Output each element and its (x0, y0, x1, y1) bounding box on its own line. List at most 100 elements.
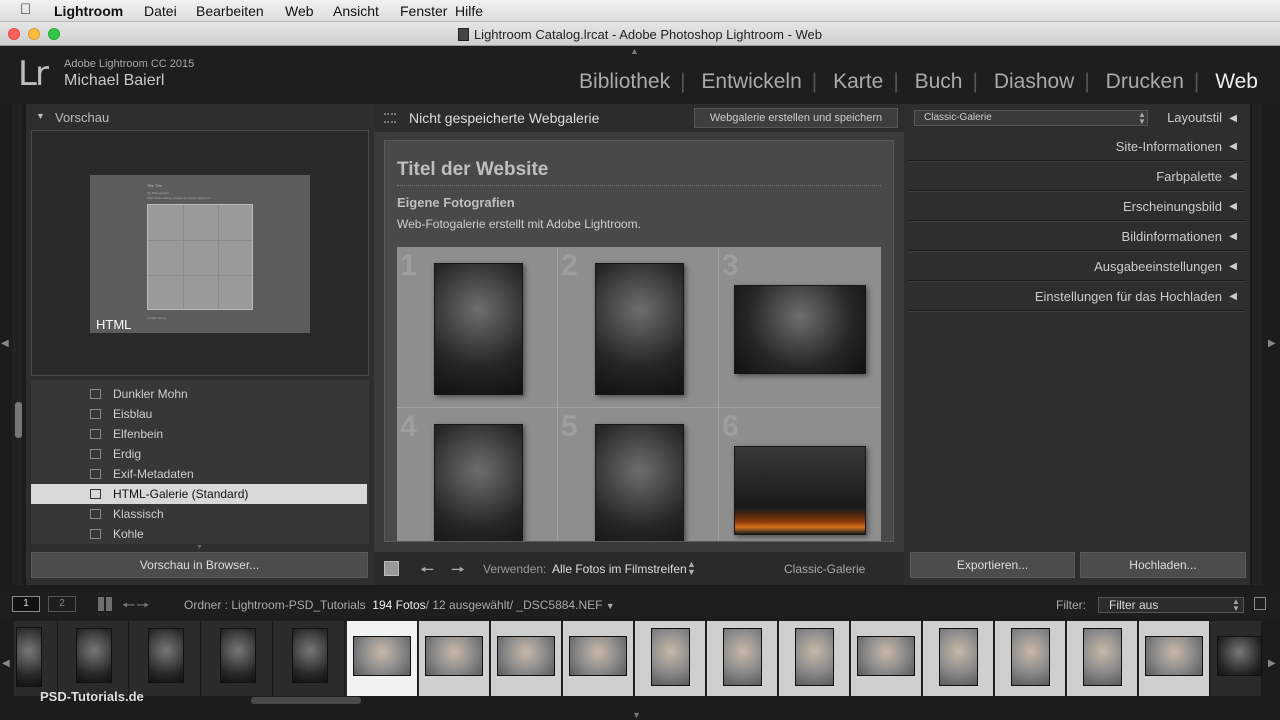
photo-thumbnail[interactable] (595, 424, 684, 541)
filter-dropdown[interactable]: Filter aus (1098, 597, 1244, 613)
list-item[interactable]: Exif-Metadaten (31, 464, 367, 484)
section-upload-settings[interactable]: Einstellungen für das Hochladen ◀ (904, 282, 1250, 312)
module-diashow[interactable]: Diashow (984, 70, 1085, 93)
list-item[interactable]: Klassisch (31, 504, 367, 524)
main-screen-button[interactable]: 1 (12, 596, 40, 612)
list-item[interactable]: Erdig (31, 444, 367, 464)
filmstrip-cell[interactable] (58, 621, 129, 696)
list-item[interactable]: Elfenbein (31, 424, 367, 444)
filmstrip-cell[interactable] (14, 621, 58, 696)
module-entwickeln[interactable]: Entwickeln (691, 70, 811, 93)
dropdown-arrows-icon[interactable]: ▲ ▼ (1138, 111, 1146, 126)
list-item[interactable]: Eisblau (31, 404, 367, 424)
grid-view-icon[interactable] (98, 597, 112, 611)
module-karte[interactable]: Karte (823, 70, 893, 93)
filmstrip-cell[interactable] (202, 621, 273, 696)
section-output-settings[interactable]: Ausgabeeinstellungen ◀ (904, 252, 1250, 282)
disclosure-triangle-icon[interactable]: ▼ (36, 111, 45, 121)
filmstrip-cell[interactable] (491, 621, 562, 696)
menu-fenster[interactable]: Fenster (400, 3, 447, 19)
filmstrip-cell[interactable] (1067, 621, 1138, 696)
collapse-triangle-icon[interactable]: ◀ (1229, 113, 1237, 124)
apple-icon[interactable]:  (20, 1, 31, 18)
preview-in-browser-button[interactable]: Vorschau in Browser... (31, 552, 368, 578)
filmstrip-cell[interactable] (707, 621, 778, 696)
photo-thumbnail[interactable] (734, 446, 866, 535)
menu-app-name[interactable]: Lightroom (54, 3, 123, 19)
scroll-down-icon[interactable]: ▼ (196, 544, 203, 551)
menu-datei[interactable]: Datei (144, 3, 177, 19)
dropdown-arrows-icon[interactable]: ▲ ▼ (687, 560, 696, 577)
filmstrip-cell[interactable] (995, 621, 1066, 696)
filmstrip-cell[interactable] (130, 621, 201, 696)
upload-button[interactable]: Hochladen... (1080, 552, 1246, 578)
section-site-information[interactable]: Site-Informationen ◀ (904, 132, 1250, 162)
site-title[interactable]: Titel der Website (397, 159, 548, 181)
photo-thumbnail[interactable] (595, 263, 684, 395)
left-panel-scrollbar[interactable] (15, 402, 22, 438)
filmstrip-cell[interactable] (851, 621, 922, 696)
layout-style-label[interactable]: Layoutstil (1167, 110, 1222, 125)
grid-cell[interactable]: 3 (719, 247, 880, 408)
filmstrip-cell[interactable] (779, 621, 850, 696)
filmstrip-cell[interactable] (923, 621, 994, 696)
filmstrip-cell[interactable] (1211, 621, 1262, 696)
dropdown-arrows-icon[interactable]: ▲ ▼ (1232, 598, 1240, 613)
grid-cell[interactable]: 6 (719, 408, 880, 541)
filmstrip-cell-selected[interactable] (347, 621, 418, 696)
list-item[interactable]: Kohle (31, 524, 367, 544)
filmstrip-cell[interactable] (274, 621, 345, 696)
menu-web[interactable]: Web (285, 3, 314, 19)
section-image-info[interactable]: Bildinformationen ◀ (904, 222, 1250, 252)
grid-cell[interactable]: 5 (558, 408, 719, 541)
collapse-left-panel-icon[interactable]: ◀ (1, 338, 9, 349)
photo-thumbnail[interactable] (434, 424, 523, 541)
filmstrip-scrollbar[interactable] (251, 697, 361, 704)
collection-title[interactable]: Eigene Fotografien (397, 195, 515, 210)
collapse-bottom-panel-icon[interactable]: ▼ (632, 710, 641, 720)
second-screen-button[interactable]: 2 (48, 596, 76, 612)
list-item-selected[interactable]: HTML-Galerie (Standard) (31, 484, 367, 504)
grid-cell[interactable]: 4 (397, 408, 558, 541)
menu-hilfe[interactable]: Hilfe (455, 3, 483, 19)
list-item[interactable]: Dunkler Mohn (31, 384, 367, 404)
module-drucken[interactable]: Drucken (1096, 70, 1194, 93)
filmstrip-cell[interactable] (419, 621, 490, 696)
export-button[interactable]: Exportieren... (910, 552, 1075, 578)
collapse-triangle-icon[interactable]: ◀ (1229, 201, 1237, 212)
module-web[interactable]: Web (1205, 70, 1268, 93)
collapse-triangle-icon[interactable]: ◀ (1229, 291, 1237, 302)
section-color-palette[interactable]: Farbpalette ◀ (904, 162, 1250, 192)
section-appearance[interactable]: Erscheinungsbild ◀ (904, 192, 1250, 222)
filmstrip-scroll-left-icon[interactable]: ◀ (2, 658, 10, 669)
filmstrip-scroll-right-icon[interactable]: ▶ (1268, 658, 1276, 669)
filmstrip-cell[interactable] (1139, 621, 1210, 696)
navigation-arrows-icon[interactable]: 🠔 🠖 (122, 595, 150, 620)
grid-cell[interactable]: 2 (558, 247, 719, 408)
filmstrip-cell[interactable] (563, 621, 634, 696)
create-and-save-gallery-button[interactable]: Webgalerie erstellen und speichern (694, 108, 898, 128)
next-photo-arrow-icon[interactable]: 🠖 (451, 559, 465, 586)
use-photos-dropdown[interactable]: Alle Fotos im Filmstreifen (552, 562, 687, 576)
filmstrip-cell[interactable] (635, 621, 706, 696)
collection-description[interactable]: Web-Fotogalerie erstellt mit Adobe Light… (397, 217, 641, 231)
stop-button[interactable] (384, 561, 399, 576)
photo-thumbnail[interactable] (734, 285, 866, 374)
preview-panel-header[interactable]: ▼ Vorschau (26, 104, 374, 130)
collapse-triangle-icon[interactable]: ◀ (1229, 141, 1237, 152)
menu-ansicht[interactable]: Ansicht (333, 3, 379, 19)
filter-lock-icon[interactable] (1254, 597, 1266, 610)
layout-style-dropdown[interactable]: Classic-Galerie (914, 110, 1148, 126)
menu-bearbeiten[interactable]: Bearbeiten (196, 3, 264, 19)
previous-photo-arrow-icon[interactable]: 🠔 (420, 559, 434, 586)
module-buch[interactable]: Buch (905, 70, 973, 93)
filmstrip-source-info[interactable]: Ordner : Lightroom-PSD_Tutorials 194 Fot… (184, 598, 615, 612)
collapse-triangle-icon[interactable]: ◀ (1229, 261, 1237, 272)
collapse-top-panel-icon[interactable]: ▲ (630, 46, 639, 56)
grid-cell[interactable]: 1 (397, 247, 558, 408)
photo-thumbnail[interactable] (434, 263, 523, 395)
collapse-triangle-icon[interactable]: ◀ (1229, 171, 1237, 182)
collapse-right-panel-icon[interactable]: ▶ (1268, 338, 1276, 349)
collapse-triangle-icon[interactable]: ◀ (1229, 231, 1237, 242)
module-bibliothek[interactable]: Bibliothek (569, 70, 680, 93)
